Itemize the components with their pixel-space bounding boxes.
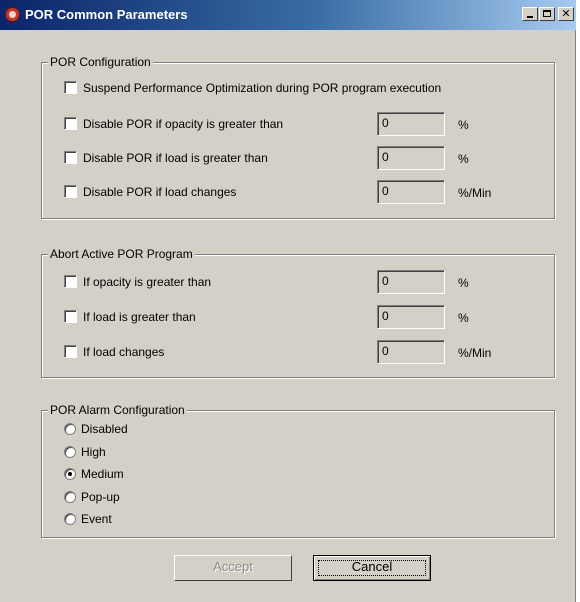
maximize-button[interactable] — [539, 7, 555, 21]
radio-medium-label: Medium — [81, 467, 124, 481]
disable-load-label: Disable POR if load is greater than — [83, 151, 268, 165]
alarm-option-disabled[interactable]: Disabled — [64, 422, 264, 438]
radio-disabled-label: Disabled — [81, 422, 128, 436]
suspend-optimization-label: Suspend Performance Optimization during … — [83, 81, 442, 95]
radio-high-label: High — [81, 445, 106, 459]
radio-disabled[interactable] — [64, 423, 76, 435]
alarm-configuration-title: POR Alarm Configuration — [48, 403, 187, 417]
disable-load-unit: % — [458, 152, 469, 166]
accept-button[interactable]: Accept — [174, 555, 292, 581]
radio-popup-label: Pop-up — [81, 490, 120, 504]
alarm-configuration-group: POR Alarm Configuration Disabled High Me… — [41, 403, 555, 538]
disable-opacity-row: Disable POR if opacity is greater than 0… — [64, 112, 534, 136]
suspend-optimization-checkbox[interactable] — [64, 81, 77, 94]
radio-medium[interactable] — [64, 468, 76, 480]
abort-opacity-unit: % — [458, 276, 469, 290]
disable-opacity-field[interactable]: 0 — [377, 112, 445, 136]
disable-load-change-field[interactable]: 0 — [377, 180, 445, 204]
abort-load-field[interactable]: 0 — [377, 305, 445, 329]
abort-load-change-row: If load changes 0 %/Min — [64, 340, 534, 364]
app-icon[interactable] — [5, 7, 20, 22]
abort-load-label: If load is greater than — [83, 310, 196, 324]
abort-program-title: Abort Active POR Program — [48, 247, 195, 261]
dialog-window: POR Common Parameters ✕ POR Configuratio… — [0, 0, 576, 602]
alarm-option-high[interactable]: High — [64, 445, 264, 461]
disable-opacity-label: Disable POR if opacity is greater than — [83, 117, 284, 131]
radio-popup[interactable] — [64, 491, 76, 503]
title-bar[interactable]: POR Common Parameters ✕ — [0, 0, 576, 30]
close-button[interactable]: ✕ — [558, 7, 574, 21]
radio-event-label: Event — [81, 512, 112, 526]
alarm-option-medium[interactable]: Medium — [64, 467, 264, 483]
cancel-button-label: Cancel — [351, 559, 393, 574]
disable-load-field[interactable]: 0 — [377, 146, 445, 170]
abort-load-change-checkbox[interactable] — [64, 345, 77, 358]
abort-load-row: If load is greater than 0 % — [64, 305, 534, 329]
disable-load-change-label: Disable POR if load changes — [83, 185, 237, 199]
disable-load-change-checkbox[interactable] — [64, 185, 77, 198]
disable-load-change-row: Disable POR if load changes 0 %/Min — [64, 180, 534, 204]
abort-load-checkbox[interactable] — [64, 310, 77, 323]
radio-high[interactable] — [64, 446, 76, 458]
window-title: POR Common Parameters — [25, 7, 188, 22]
abort-opacity-label: If opacity is greater than — [83, 275, 212, 289]
abort-opacity-field[interactable]: 0 — [377, 270, 445, 294]
cancel-button[interactable]: Cancel — [313, 555, 431, 581]
disable-load-change-unit: %/Min — [458, 186, 492, 200]
suspend-optimization-row[interactable]: Suspend Performance Optimization during … — [64, 80, 534, 96]
alarm-option-event[interactable]: Event — [64, 512, 264, 528]
radio-event[interactable] — [64, 513, 76, 525]
abort-load-change-unit: %/Min — [458, 346, 492, 360]
abort-load-change-label: If load changes — [83, 345, 165, 359]
por-configuration-group: POR Configuration Suspend Performance Op… — [41, 55, 555, 219]
disable-opacity-unit: % — [458, 118, 469, 132]
abort-load-change-field[interactable]: 0 — [377, 340, 445, 364]
abort-opacity-row: If opacity is greater than 0 % — [64, 270, 534, 294]
alarm-option-popup[interactable]: Pop-up — [64, 490, 264, 506]
abort-load-unit: % — [458, 311, 469, 325]
disable-opacity-checkbox[interactable] — [64, 117, 77, 130]
abort-opacity-checkbox[interactable] — [64, 275, 77, 288]
minimize-button[interactable] — [522, 7, 538, 21]
disable-load-checkbox[interactable] — [64, 151, 77, 164]
por-configuration-title: POR Configuration — [48, 55, 153, 69]
disable-load-row: Disable POR if load is greater than 0 % — [64, 146, 534, 170]
abort-program-group: Abort Active POR Program If opacity is g… — [41, 247, 555, 378]
